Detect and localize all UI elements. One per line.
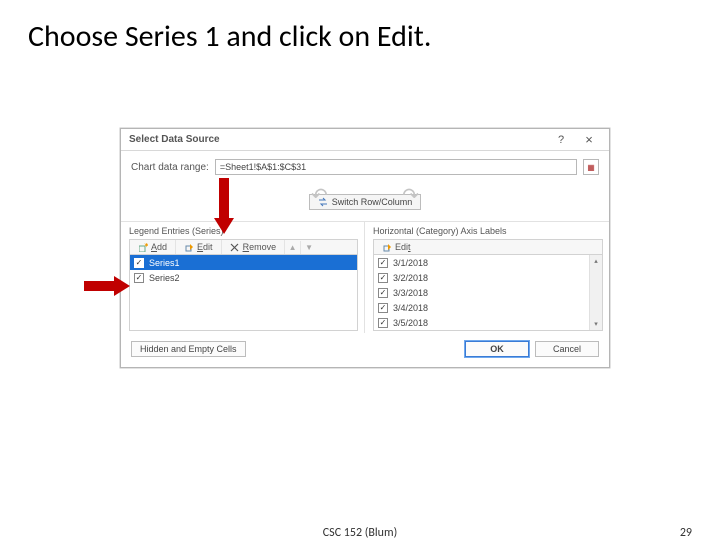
range-picker-button[interactable]: ▦ <box>583 159 599 175</box>
axis-label-text: 3/2/2018 <box>393 273 428 283</box>
axis-label-text: 3/5/2018 <box>393 318 428 328</box>
series-item-series2[interactable]: ✓ Series2 <box>130 270 357 285</box>
series-item-series1[interactable]: ✓ Series1 <box>130 255 357 270</box>
add-series-button[interactable]: ✶ Add <box>130 240 176 254</box>
scrollbar[interactable]: ▴ ▾ <box>589 255 602 330</box>
svg-text:✶: ✶ <box>144 243 148 249</box>
slide-number: 29 <box>680 526 692 540</box>
curved-arrow-icon: ↷ <box>311 183 328 208</box>
switch-row: ↷ Switch Row/Column ↷ <box>121 181 609 221</box>
cancel-button[interactable]: Cancel <box>535 341 599 357</box>
series-label: Series1 <box>149 258 180 268</box>
axis-item[interactable]: ✓ 3/3/2018 <box>374 285 602 300</box>
footer-center-text: CSC 152 (Blum) <box>323 526 397 540</box>
series-list[interactable]: ✓ Series1 ✓ Series2 <box>129 255 358 331</box>
legend-entries-header: Legend Entries (Series) <box>129 226 358 239</box>
hidden-empty-cells-button[interactable]: Hidden and Empty Cells <box>131 341 246 357</box>
add-label: Add <box>151 242 167 252</box>
switch-label: Switch Row/Column <box>332 197 413 207</box>
axis-label-text: 3/3/2018 <box>393 288 428 298</box>
scroll-down-icon[interactable]: ▾ <box>590 318 602 330</box>
legend-entries-section: Legend Entries (Series) ✶ Add Edit <box>121 222 365 333</box>
move-down-button[interactable]: ▼ <box>301 241 317 254</box>
chart-range-value: =Sheet1!$A$1:$C$31 <box>220 162 306 172</box>
close-button[interactable]: × <box>575 131 603 149</box>
add-icon: ✶ <box>138 242 148 252</box>
axis-label-text: 3/1/2018 <box>393 258 428 268</box>
edit-axis-label: Edit <box>395 242 411 252</box>
select-data-dialog: Select Data Source ? × Chart data range:… <box>120 128 610 368</box>
checkbox-icon[interactable]: ✓ <box>378 273 388 283</box>
edit-axis-button[interactable]: Edit <box>374 240 419 254</box>
edit-label: Edit <box>197 242 213 252</box>
series-toolbar: ✶ Add Edit Remove ▲ ▼ <box>129 239 358 255</box>
edit-series-button[interactable]: Edit <box>176 240 222 254</box>
checkbox-icon[interactable]: ✓ <box>378 288 388 298</box>
red-arrow-annotation <box>214 178 234 234</box>
dialog-bottom-row: Hidden and Empty Cells OK Cancel <box>121 333 609 367</box>
checkbox-icon[interactable]: ✓ <box>378 258 388 268</box>
checkbox-icon[interactable]: ✓ <box>378 303 388 313</box>
axis-labels-section: Horizontal (Category) Axis Labels Edit ✓… <box>365 222 609 333</box>
remove-label: Remove <box>243 242 277 252</box>
curved-arrow-icon: ↷ <box>402 183 419 208</box>
chart-range-label: Chart data range: <box>131 162 209 173</box>
checkbox-icon[interactable]: ✓ <box>378 318 388 328</box>
scroll-up-icon[interactable]: ▴ <box>590 255 602 267</box>
edit-icon <box>184 242 194 252</box>
red-arrow-annotation <box>84 276 130 296</box>
edit-icon <box>382 242 392 252</box>
help-button[interactable]: ? <box>547 131 575 149</box>
checkbox-icon[interactable]: ✓ <box>134 258 144 268</box>
remove-icon <box>230 242 240 252</box>
ok-button[interactable]: OK <box>465 341 529 357</box>
move-up-button[interactable]: ▲ <box>285 241 301 254</box>
checkbox-icon[interactable]: ✓ <box>134 273 144 283</box>
chart-range-row: Chart data range: =Sheet1!$A$1:$C$31 ▦ <box>121 151 609 181</box>
axis-labels-header: Horizontal (Category) Axis Labels <box>373 226 603 239</box>
axis-toolbar: Edit <box>373 239 603 255</box>
dialog-title: Select Data Source <box>129 134 220 145</box>
remove-series-button[interactable]: Remove <box>222 240 286 254</box>
slide-title: Choose Series 1 and click on Edit. <box>28 18 431 55</box>
axis-item[interactable]: ✓ 3/2/2018 <box>374 270 602 285</box>
axis-item[interactable]: ✓ 3/1/2018 <box>374 255 602 270</box>
chart-range-input[interactable]: =Sheet1!$A$1:$C$31 <box>215 159 577 175</box>
series-label: Series2 <box>149 273 180 283</box>
axis-item[interactable]: ✓ 3/4/2018 <box>374 300 602 315</box>
collapse-dialog-icon: ▦ <box>586 162 596 172</box>
axis-label-text: 3/4/2018 <box>393 303 428 313</box>
axis-labels-list[interactable]: ✓ 3/1/2018 ✓ 3/2/2018 ✓ 3/3/2018 ✓ 3/4/2… <box>373 255 603 331</box>
titlebar: Select Data Source ? × <box>121 129 609 151</box>
axis-item[interactable]: ✓ 3/5/2018 <box>374 315 602 330</box>
